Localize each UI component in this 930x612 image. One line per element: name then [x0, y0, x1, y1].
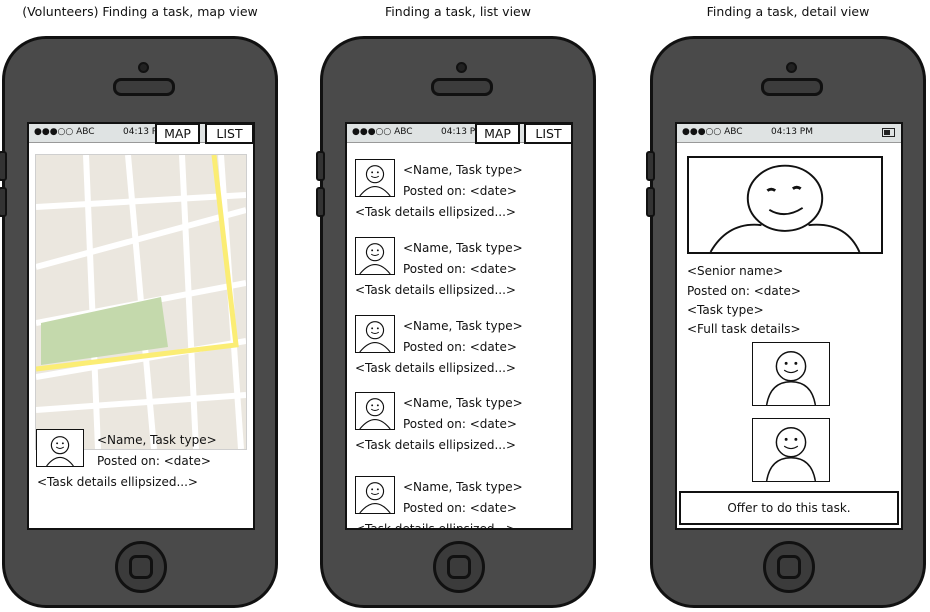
status-time: 04:13 PM: [771, 127, 813, 137]
camera: [138, 62, 149, 73]
camera: [456, 62, 467, 73]
status-time: 04:13 P: [123, 127, 158, 137]
helper-avatar[interactable]: [752, 418, 830, 482]
smiley-face-icon: [765, 350, 817, 405]
home-button[interactable]: [763, 541, 815, 593]
smiley-face-icon: [359, 398, 391, 429]
battery-icon: [882, 128, 895, 137]
task-details: <Task details ellipsized...>: [37, 475, 198, 489]
task-details: <Task details ellipsized...>: [355, 361, 516, 375]
signal-indicator: ●●●○○ ABC: [352, 127, 413, 137]
task-posted: Posted on: <date>: [403, 262, 517, 276]
senior-photo[interactable]: [687, 156, 883, 254]
home-button[interactable]: [433, 541, 485, 593]
side-button: [0, 151, 7, 181]
map-graphic: [36, 155, 246, 449]
status-bar: ●●●○○ ABC 04:13 PM: [677, 124, 901, 143]
task-title[interactable]: <Name, Task type>: [403, 480, 523, 494]
task-avatar[interactable]: [355, 392, 395, 430]
side-button: [316, 187, 325, 217]
phone-map-view: ●●●○○ ABC 04:13 P MAP LIST <Name, Task t…: [0, 36, 278, 608]
task-avatar[interactable]: [355, 159, 395, 197]
smiley-face-icon: [46, 436, 74, 466]
task-avatar[interactable]: [355, 315, 395, 353]
tab-map[interactable]: MAP: [155, 124, 200, 144]
caption-detail-view: Finding a task, detail view: [706, 4, 870, 19]
task-title[interactable]: <Name, Task type>: [97, 433, 217, 447]
tab-list[interactable]: LIST: [205, 124, 253, 144]
detail-posted: Posted on: <date>: [687, 284, 801, 298]
detail-task-type: <Task type>: [687, 303, 764, 317]
task-avatar[interactable]: [36, 429, 84, 467]
screen-detail-view: ●●●○○ ABC 04:13 PM <Senior name> Posted …: [675, 122, 903, 530]
smiley-face-icon: [359, 165, 391, 196]
signal-indicator: ●●●○○ ABC: [34, 127, 95, 137]
caption-map-view: (Volunteers) Finding a task, map view: [22, 4, 258, 19]
speaker: [761, 78, 823, 96]
speaker: [113, 78, 175, 96]
tab-list[interactable]: LIST: [524, 124, 571, 144]
speaker: [431, 78, 493, 96]
offer-task-button[interactable]: Offer to do this task.: [679, 491, 899, 525]
task-title[interactable]: <Name, Task type>: [403, 241, 523, 255]
home-button[interactable]: [115, 541, 167, 593]
tab-map[interactable]: MAP: [475, 124, 520, 144]
senior-name: <Senior name>: [687, 264, 784, 278]
task-posted: Posted on: <date>: [97, 454, 211, 468]
screen-map-view: ●●●○○ ABC 04:13 P MAP LIST <Name, Task t…: [27, 122, 255, 530]
task-posted: Posted on: <date>: [403, 340, 517, 354]
side-button: [316, 151, 325, 181]
task-title[interactable]: <Name, Task type>: [403, 319, 523, 333]
task-avatar[interactable]: [355, 237, 395, 275]
camera: [786, 62, 797, 73]
smiley-face-icon: [359, 243, 391, 274]
task-details: <Task details ellipsized...>: [355, 283, 516, 297]
task-details: <Task details ellipsized...>: [355, 205, 516, 219]
task-title[interactable]: <Name, Task type>: [403, 163, 523, 177]
task-details: <Task details ellipsized...>: [355, 438, 516, 452]
task-avatar[interactable]: [355, 476, 395, 514]
task-posted: Posted on: <date>: [403, 417, 517, 431]
task-title[interactable]: <Name, Task type>: [403, 396, 523, 410]
side-button: [646, 187, 655, 217]
smiley-face-icon: [359, 482, 391, 513]
smiley-face-icon: [359, 321, 391, 352]
screen-list-view: ●●●○○ ABC 04:13 P MAP LIST <Name, Task t…: [345, 122, 573, 530]
phone-detail-view: ●●●○○ ABC 04:13 PM <Senior name> Posted …: [646, 36, 926, 608]
smiley-face-icon: [709, 164, 861, 252]
task-posted: Posted on: <date>: [403, 184, 517, 198]
side-button: [646, 151, 655, 181]
map-area[interactable]: [35, 154, 247, 450]
smiley-face-icon: [765, 426, 817, 481]
helper-avatar[interactable]: [752, 342, 830, 406]
task-details: <Task details ellipsized...>: [355, 522, 516, 530]
detail-full-details: <Full task details>: [687, 322, 801, 336]
status-time: 04:13 P: [441, 127, 476, 137]
caption-list-view: Finding a task, list view: [385, 4, 531, 19]
phone-list-view: ●●●○○ ABC 04:13 P MAP LIST <Name, Task t…: [316, 36, 596, 608]
task-posted: Posted on: <date>: [403, 501, 517, 515]
signal-indicator: ●●●○○ ABC: [682, 127, 743, 137]
side-button: [0, 187, 7, 217]
